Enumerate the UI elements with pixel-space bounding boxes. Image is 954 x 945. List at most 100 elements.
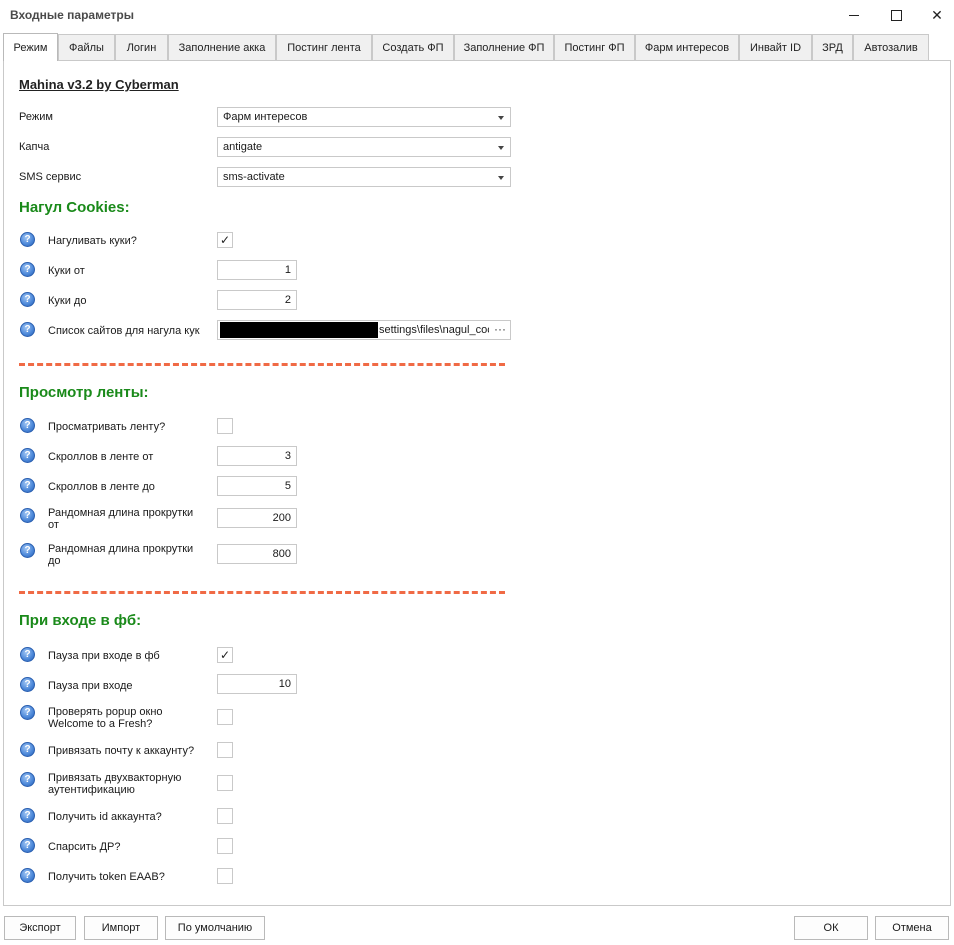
mode-label: Режим bbox=[19, 111, 53, 123]
sms-value: sms-activate bbox=[223, 171, 285, 183]
tab-login[interactable]: Логин bbox=[115, 34, 168, 60]
help-icon[interactable]: ? bbox=[20, 647, 35, 662]
title-bar: Входные параметры ✕ bbox=[0, 0, 954, 30]
help-icon[interactable]: ? bbox=[20, 292, 35, 307]
length-to-label: Рандомная длина прокрутки до bbox=[48, 543, 193, 567]
redacted-path bbox=[220, 322, 378, 338]
popup-checkbox[interactable] bbox=[217, 709, 233, 725]
tab-invite-id[interactable]: Инвайт ID bbox=[739, 34, 812, 60]
email-label: Привязать почту к аккаунту? bbox=[48, 745, 195, 757]
twofa-checkbox[interactable] bbox=[217, 775, 233, 791]
parse-dr-label: Спарсить ДР? bbox=[48, 841, 121, 853]
tab-farm-interests[interactable]: Фарм интересов bbox=[635, 34, 739, 60]
help-icon[interactable]: ? bbox=[20, 772, 35, 787]
mode-value: Фарм интересов bbox=[223, 111, 308, 123]
section-divider bbox=[19, 591, 505, 594]
tab-create-fp[interactable]: Создать ФП bbox=[372, 34, 454, 60]
cookies-from-input[interactable]: 1 bbox=[217, 260, 297, 280]
length-to-label-line2: до bbox=[48, 555, 61, 567]
tab-autoupload[interactable]: Автозалив bbox=[853, 34, 929, 60]
tab-files[interactable]: Файлы bbox=[58, 34, 115, 60]
parse-dr-checkbox[interactable] bbox=[217, 838, 233, 854]
get-id-checkbox[interactable] bbox=[217, 808, 233, 824]
ok-button[interactable]: ОК bbox=[794, 916, 868, 940]
help-icon[interactable]: ? bbox=[20, 322, 35, 337]
help-icon[interactable]: ? bbox=[20, 262, 35, 277]
scroll-from-input[interactable]: 3 bbox=[217, 446, 297, 466]
close-icon[interactable]: ✕ bbox=[914, 0, 954, 30]
section-divider bbox=[19, 363, 505, 366]
tab-fill-fp[interactable]: Заполнение ФП bbox=[454, 34, 554, 60]
help-icon[interactable]: ? bbox=[20, 448, 35, 463]
length-to-input[interactable]: 800 bbox=[217, 544, 297, 564]
cookies-to-input[interactable]: 2 bbox=[217, 290, 297, 310]
scroll-to-input[interactable]: 5 bbox=[217, 476, 297, 496]
get-id-label: Получить id аккаунта? bbox=[48, 811, 162, 823]
help-icon[interactable]: ? bbox=[20, 418, 35, 433]
pause-input[interactable]: 10 bbox=[217, 674, 297, 694]
sms-select[interactable]: sms-activate bbox=[217, 167, 511, 187]
length-to-label-line1: Рандомная длина прокрутки bbox=[48, 543, 194, 555]
tab-mode[interactable]: Режим bbox=[3, 33, 58, 61]
twofa-label-line2: аутентификацию bbox=[48, 784, 135, 796]
token-label: Получить token EAAB? bbox=[48, 871, 165, 883]
help-icon[interactable]: ? bbox=[20, 232, 35, 247]
cookies-enable-label: Нагуливать куки? bbox=[48, 235, 137, 247]
browse-button[interactable]: ··· bbox=[494, 322, 506, 336]
window-title: Входные параметры bbox=[10, 8, 134, 22]
help-icon[interactable]: ? bbox=[20, 705, 35, 720]
help-icon[interactable]: ? bbox=[20, 808, 35, 823]
feed-enable-label: Просматривать ленту? bbox=[48, 421, 166, 433]
popup-label-line1: Проверять popup окно bbox=[48, 706, 163, 718]
tab-account-fill[interactable]: Заполнение акка bbox=[168, 34, 276, 60]
scroll-to-label: Скроллов в ленте до bbox=[48, 481, 155, 493]
tab-feed-posting[interactable]: Постинг лента bbox=[276, 34, 372, 60]
help-icon[interactable]: ? bbox=[20, 838, 35, 853]
defaults-button[interactable]: По умолчанию bbox=[165, 916, 265, 940]
login-section-title: При входе в фб: bbox=[19, 612, 142, 629]
import-button[interactable]: Импорт bbox=[84, 916, 158, 940]
maximize-icon[interactable] bbox=[873, 0, 919, 30]
cookies-enable-checkbox[interactable]: ✓ bbox=[217, 232, 233, 248]
email-checkbox[interactable] bbox=[217, 742, 233, 758]
length-from-label: Рандомная длина прокрутки от bbox=[48, 507, 193, 531]
help-icon[interactable]: ? bbox=[20, 478, 35, 493]
help-icon[interactable]: ? bbox=[20, 508, 35, 523]
tab-zrd[interactable]: ЗРД bbox=[812, 34, 853, 60]
tab-posting-fp[interactable]: Постинг ФП bbox=[554, 34, 635, 60]
minimize-icon[interactable] bbox=[831, 0, 877, 30]
length-from-input[interactable]: 200 bbox=[217, 508, 297, 528]
cookies-section-title: Нагул Cookies: bbox=[19, 199, 130, 216]
cancel-button[interactable]: Отмена bbox=[875, 916, 949, 940]
popup-label: Проверять popup окно Welcome to a Fresh? bbox=[48, 706, 163, 730]
chevron-down-icon bbox=[498, 116, 504, 120]
chevron-down-icon bbox=[498, 176, 504, 180]
length-from-label-line1: Рандомная длина прокрутки bbox=[48, 507, 194, 519]
feed-enable-checkbox[interactable] bbox=[217, 418, 233, 434]
help-icon[interactable]: ? bbox=[20, 543, 35, 558]
help-icon[interactable]: ? bbox=[20, 868, 35, 883]
mode-select[interactable]: Фарм интересов bbox=[217, 107, 511, 127]
export-button[interactable]: Экспорт bbox=[4, 916, 76, 940]
length-from-label-line2: от bbox=[48, 519, 59, 531]
captcha-value: antigate bbox=[223, 141, 263, 153]
pause-enable-label: Пауза при входе в фб bbox=[48, 650, 160, 662]
help-icon[interactable]: ? bbox=[20, 742, 35, 757]
cookies-sites-path-input[interactable]: settings\files\nagul_coc ··· bbox=[217, 320, 511, 340]
scroll-from-label: Скроллов в ленте от bbox=[48, 451, 154, 463]
twofa-label-line1: Привязать двухвакторную bbox=[48, 772, 182, 784]
token-checkbox[interactable] bbox=[217, 868, 233, 884]
tab-strip: Режим Файлы Логин Заполнение акка Постин… bbox=[3, 33, 951, 61]
help-icon[interactable]: ? bbox=[20, 677, 35, 692]
cookies-to-label: Куки до bbox=[48, 295, 87, 307]
script-heading: Mahina v3.2 by Cyberman bbox=[19, 77, 179, 92]
popup-label-line2: Welcome to a Fresh? bbox=[48, 718, 153, 730]
checkmark-icon: ✓ bbox=[219, 648, 231, 662]
captcha-select[interactable]: antigate bbox=[217, 137, 511, 157]
sms-label: SMS сервис bbox=[19, 171, 82, 183]
cookies-sites-label: Список сайтов для нагула кук bbox=[48, 325, 200, 337]
checkmark-icon: ✓ bbox=[219, 233, 231, 247]
captcha-label: Капча bbox=[19, 141, 50, 153]
twofa-label: Привязать двухвакторную аутентификацию bbox=[48, 772, 181, 796]
pause-enable-checkbox[interactable]: ✓ bbox=[217, 647, 233, 663]
